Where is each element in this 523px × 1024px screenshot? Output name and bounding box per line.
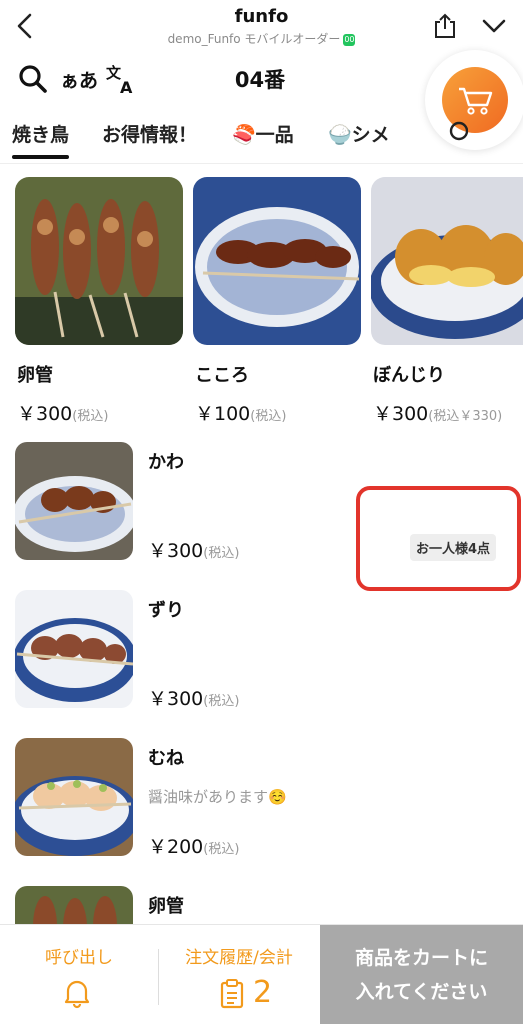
add-to-cart-line1: 商品をカートに [354, 947, 488, 969]
price-value: ￥300 [148, 688, 204, 710]
item-name: ずり [148, 600, 184, 621]
item-price: ￥300(税込) [148, 536, 239, 563]
clipboard-icon [220, 979, 244, 1009]
item-name: かわ [148, 452, 184, 473]
tab-more-partial[interactable] [448, 120, 469, 147]
item-name: 卵管 [17, 365, 53, 386]
item-description: 醤油味があります☺️ [148, 788, 287, 806]
tab-label: 🍣一品 [232, 124, 294, 146]
more-tab-icon [449, 121, 469, 141]
item-price: ￥100(税込) [195, 399, 286, 426]
menu-list-item[interactable]: 卵管 [0, 886, 523, 924]
tax-note: (税込) [72, 409, 109, 424]
order-history-button[interactable]: 注文履歴/会計 2 [159, 925, 319, 1024]
font-size-toggle[interactable]: ぁあ [60, 66, 98, 93]
food-photo [15, 590, 133, 708]
food-photo [15, 886, 133, 924]
tab-yakitori[interactable]: 焼き鳥 [12, 120, 70, 159]
verified-badge: 00 [343, 33, 356, 46]
tab-label: お得情報！ [102, 124, 198, 146]
item-name: むね [148, 748, 184, 769]
highlight-annotation-box: お一人様4点 [356, 486, 521, 591]
item-price: ￥200(税込) [148, 832, 239, 859]
search-icon[interactable] [18, 64, 48, 94]
tax-note: (税込) [203, 842, 240, 857]
tab-a-la-carte[interactable]: 🍣一品 [232, 120, 294, 147]
tab-label: 焼き鳥 [12, 124, 70, 146]
tax-note: (税込) [203, 546, 240, 561]
tax-note: (税込) [250, 409, 287, 424]
food-photo [15, 177, 183, 345]
price-value: ￥200 [148, 836, 204, 858]
table-number: 04番 [234, 68, 286, 92]
price-value: ￥100 [195, 403, 251, 425]
call-staff-button[interactable]: 呼び出し [0, 925, 158, 1024]
food-photo [193, 177, 361, 345]
featured-item[interactable]: こころ ￥100(税込) [193, 177, 361, 425]
history-label: 注文履歴/会計 [185, 948, 293, 968]
food-photo [371, 177, 523, 345]
food-photo [15, 738, 133, 856]
item-price: ￥300(税込) [148, 684, 239, 711]
food-photo [15, 442, 133, 560]
bell-icon [64, 980, 90, 1009]
price-value: ￥300 [373, 403, 429, 425]
subtitle-text: demo_Funfo モバイルオーダー [167, 32, 341, 46]
item-name: こころ [195, 365, 249, 386]
order-count: 2 [253, 975, 273, 1010]
tab-deals[interactable]: お得情報！ [102, 120, 197, 147]
add-to-cart-button[interactable]: 商品をカートに 入れてください [320, 925, 523, 1024]
tax-note: (税込￥330) [428, 409, 503, 424]
featured-item[interactable]: 卵管 ￥300(税込) [15, 177, 183, 425]
price-value: ￥300 [17, 403, 73, 425]
menu-list-item[interactable]: むね 醤油味があります☺️ ￥200(税込) [0, 738, 523, 868]
item-name: 卵管 [148, 896, 184, 917]
top-bar: funfo demo_Funfo モバイルオーダー 00 [0, 0, 523, 52]
order-limit-badge: お一人様4点 [410, 534, 497, 561]
chevron-down-icon[interactable] [480, 14, 508, 38]
item-price: ￥300(税込￥330) [373, 399, 502, 426]
tab-label: 🍚シメ [328, 124, 390, 146]
item-price: ￥300(税込) [17, 399, 108, 426]
price-value: ￥300 [148, 540, 204, 562]
share-icon[interactable] [432, 12, 458, 40]
translate-icon[interactable]: 文 A [104, 62, 138, 96]
item-name: ぼんじり [373, 365, 445, 386]
menu-list-item[interactable]: ずり ￥300(税込) [0, 590, 523, 720]
category-tabs: 焼き鳥 お得情報！ 🍣一品 🍚シメ [0, 112, 523, 164]
featured-item[interactable]: ぼんじり ￥300(税込￥330) [371, 177, 523, 425]
svg-text:A: A [120, 78, 133, 96]
bottom-bar: 呼び出し 注文履歴/会計 2 商品をカートに 入れてください [0, 924, 523, 1024]
tab-shime[interactable]: 🍚シメ [328, 120, 390, 147]
add-to-cart-line2: 入れてください [355, 981, 488, 1003]
call-label: 呼び出し [45, 948, 113, 968]
tax-note: (税込) [203, 694, 240, 709]
